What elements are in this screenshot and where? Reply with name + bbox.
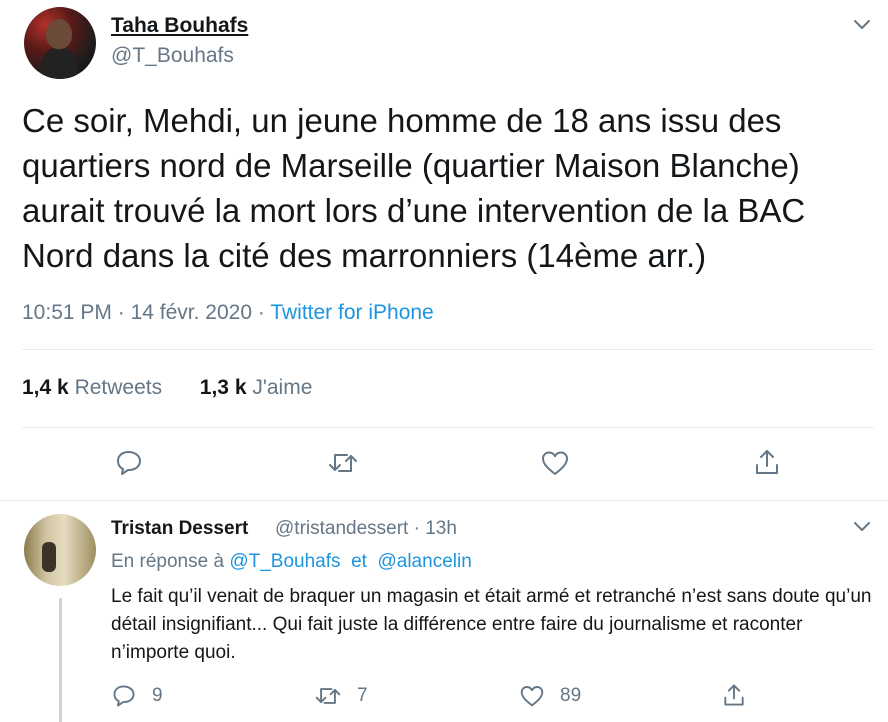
likes-label: J'aime [252, 376, 313, 399]
tweet-text: Ce soir, Mehdi, un jeune homme de 18 ans… [22, 102, 806, 274]
reply-age[interactable]: 13h [425, 518, 457, 539]
reply-author-name[interactable]: Tristan Dessert [111, 518, 248, 540]
reply-share-button[interactable] [721, 682, 747, 708]
reply-author-avatar[interactable] [24, 514, 96, 586]
retweet-icon [329, 454, 357, 472]
chevron-down-icon[interactable] [853, 518, 871, 536]
divider [22, 349, 874, 350]
heart-icon [542, 451, 568, 475]
meta-separator: · [413, 518, 420, 539]
divider [22, 427, 874, 428]
reply-like-button[interactable] [519, 684, 545, 708]
tweet-stats: 1,4 k Retweets 1,3 k J'aime [22, 376, 312, 400]
thread-line [59, 598, 62, 722]
reply-button[interactable] [114, 448, 144, 478]
in-reply-to: En réponse à @T_Bouhafs et @alancelin [111, 551, 472, 573]
reply-retweet-button[interactable] [314, 683, 342, 709]
reply-text: Le fait qu’il venait de braquer un magas… [111, 586, 872, 663]
likes-count: 1,3 k [199, 376, 247, 399]
in-reply-and: et [351, 551, 367, 572]
in-reply-user-link[interactable]: @T_Bouhafs [229, 551, 340, 572]
tweet-time[interactable]: 10:51 PM [22, 301, 112, 324]
retweet-icon [315, 688, 341, 704]
in-reply-prefix: En réponse à [111, 551, 225, 572]
heart-icon [520, 686, 544, 707]
retweets-stat[interactable]: 1,4 k Retweets [22, 376, 162, 399]
share-icon [756, 450, 778, 474]
speech-bubble-icon [113, 685, 135, 707]
author-name[interactable]: Taha Bouhafs [111, 14, 248, 38]
meta-separator: · [117, 301, 125, 324]
author-handle[interactable]: @T_Bouhafs [111, 44, 234, 68]
author-avatar[interactable] [24, 7, 96, 79]
retweet-button[interactable] [327, 448, 359, 478]
speech-bubble-icon [117, 451, 141, 475]
retweets-count: 1,4 k [22, 376, 69, 399]
tweet-date[interactable]: 14 févr. 2020 [131, 301, 252, 324]
reply-reply-button[interactable] [111, 683, 137, 709]
like-button[interactable] [540, 449, 570, 477]
reply-meta: @tristandessert · 13h [275, 518, 457, 540]
tweet-meta: 10:51 PM · 14 févr. 2020 · Twitter for i… [22, 301, 434, 325]
divider [0, 500, 888, 501]
reply-retweet-count: 7 [357, 685, 368, 706]
share-icon [724, 684, 744, 706]
reply-author-handle[interactable]: @tristandessert [275, 518, 408, 539]
in-reply-user-link[interactable]: @alancelin [377, 551, 471, 572]
share-button[interactable] [752, 447, 782, 477]
retweets-label: Retweets [74, 376, 163, 399]
reply-like-count: 89 [560, 685, 582, 706]
reply-reply-count: 9 [152, 685, 163, 706]
likes-stat[interactable]: 1,3 k J'aime [200, 376, 313, 399]
meta-separator: · [257, 301, 265, 324]
tweet-source-link[interactable]: Twitter for iPhone [270, 301, 433, 324]
chevron-down-icon[interactable] [853, 16, 871, 34]
